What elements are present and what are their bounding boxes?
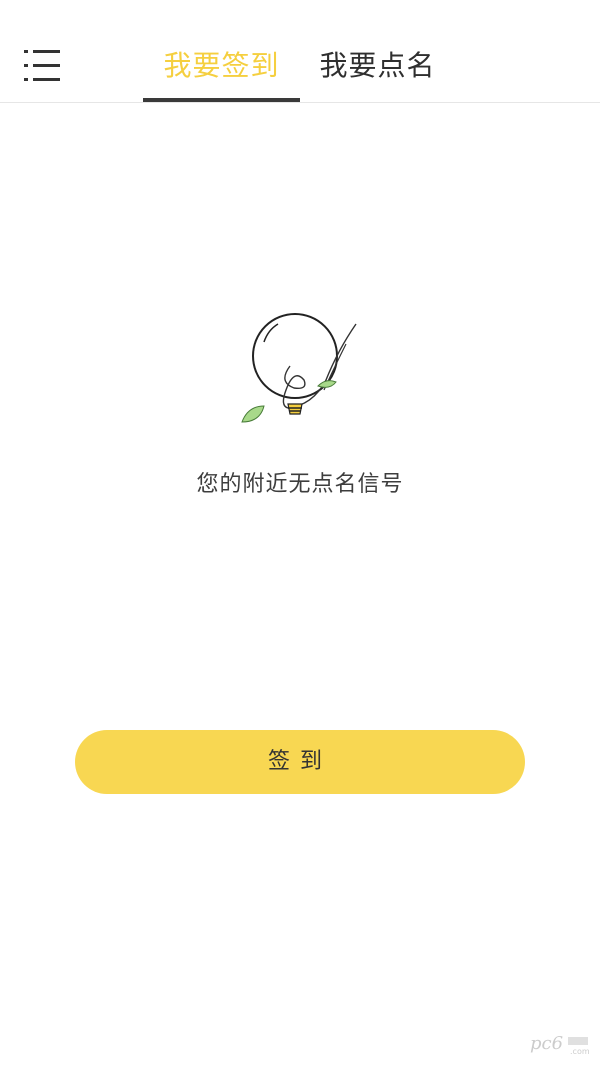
lightbulb-with-leaves-icon — [241, 313, 357, 423]
active-tab-indicator — [143, 98, 300, 102]
tab-roll-call[interactable]: 我要点名 — [305, 44, 450, 90]
check-in-button[interactable]: 签到 — [75, 730, 525, 794]
app-screen: 我要签到 我要点名 您的附近无点名信号 签到 pc6 .com — [0, 0, 600, 1067]
tab-sign-in[interactable]: 我要签到 — [143, 44, 300, 90]
empty-state-message: 您的附近无点名信号 — [196, 472, 404, 497]
list-menu-icon — [24, 50, 60, 81]
watermark-logo: pc6 .com — [530, 1033, 590, 1056]
top-bar: 我要签到 我要点名 — [0, 0, 600, 103]
svg-text:pc6: pc6 — [530, 1033, 563, 1054]
menu-button[interactable] — [24, 48, 64, 84]
svg-text:.com: .com — [570, 1047, 590, 1056]
